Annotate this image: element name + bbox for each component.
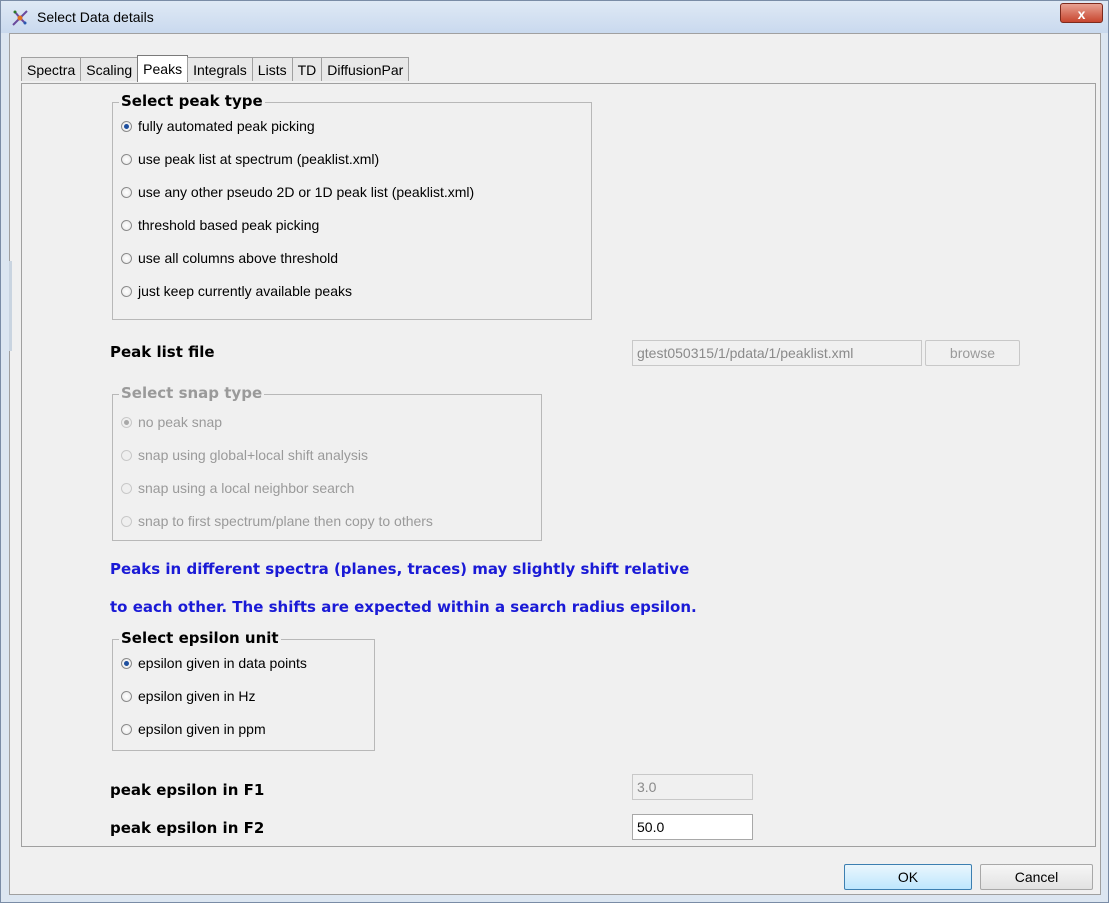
epsilon-f1-label: peak epsilon in F1 [110, 781, 265, 799]
radio-label: fully automated peak picking [138, 118, 315, 134]
radio-label: use any other pseudo 2D or 1D peak list … [138, 184, 475, 200]
radio-keep-current[interactable]: just keep currently available peaks [121, 281, 352, 301]
tab-peaks[interactable]: Peaks [137, 55, 189, 82]
radio-label: just keep currently available peaks [138, 283, 353, 299]
epsilon-f2-field[interactable]: 50.0 [632, 814, 753, 840]
radio-snap-global-local[interactable]: snap using global+local shift analysis [121, 445, 368, 465]
app-icon [12, 10, 28, 26]
radio-button-icon [121, 723, 132, 735]
radio-label: snap using global+local shift analysis [138, 447, 368, 463]
tab-td[interactable]: TD [291, 57, 323, 81]
radio-button-icon [121, 219, 132, 231]
radio-button-icon [121, 153, 132, 165]
radio-label: snap using a local neighbor search [138, 480, 355, 496]
radio-no-peak-snap[interactable]: no peak snap [121, 412, 222, 432]
radio-epsilon-ppm[interactable]: epsilon given in ppm [121, 719, 266, 739]
radio-button-icon [121, 186, 132, 198]
peak-list-file-label: Peak list file [110, 343, 215, 361]
radio-button-icon [121, 416, 132, 428]
radio-all-columns[interactable]: use all columns above threshold [121, 248, 338, 268]
radio-epsilon-hz[interactable]: epsilon given in Hz [121, 686, 256, 706]
radio-label: use peak list at spectrum (peaklist.xml) [138, 151, 380, 167]
radio-label: snap to first spectrum/plane then copy t… [138, 513, 433, 529]
radio-label: epsilon given in data points [138, 655, 307, 671]
radio-label: threshold based peak picking [138, 217, 320, 233]
info-text-line-1: Peaks in different spectra (planes, trac… [110, 560, 690, 578]
radio-button-icon [121, 690, 132, 702]
radio-fully-automated[interactable]: fully automated peak picking [121, 116, 315, 136]
close-icon: x [1077, 6, 1086, 22]
radio-button-icon [121, 657, 132, 669]
epsilon-unit-title: Select epsilon unit [119, 629, 281, 647]
radio-label: no peak snap [138, 414, 223, 430]
radio-snap-neighbor[interactable]: snap using a local neighbor search [121, 478, 354, 498]
peak-type-group: Select peak type fully automated peak pi… [112, 92, 592, 320]
peak-list-file-field[interactable]: gtest050315/1/pdata/1/peaklist.xml [632, 340, 922, 366]
epsilon-f2-label: peak epsilon in F2 [110, 819, 265, 837]
radio-button-icon [121, 515, 132, 527]
info-text-line-2: to each other. The shifts are expected w… [110, 598, 697, 616]
radio-label: use all columns above threshold [138, 250, 339, 266]
dialog-window: Select Data details x Spectra Scaling Pe… [0, 0, 1109, 903]
radio-label: epsilon given in ppm [138, 721, 266, 737]
tab-diffusionpar[interactable]: DiffusionPar [321, 57, 410, 81]
peaks-tab-panel: Select peak type fully automated peak pi… [21, 83, 1096, 847]
window-edge-decoration [9, 261, 12, 351]
peak-type-title: Select peak type [119, 92, 265, 110]
radio-label: epsilon given in Hz [138, 688, 256, 704]
title-bar[interactable]: Select Data details x [1, 1, 1108, 33]
snap-type-group: Select snap type no peak snap snap using… [112, 384, 542, 541]
tab-lists[interactable]: Lists [251, 57, 293, 81]
tab-bar: Spectra Scaling Peaks Integrals Lists TD… [21, 55, 410, 83]
radio-snap-first-spectrum[interactable]: snap to first spectrum/plane then copy t… [121, 511, 433, 531]
radio-button-icon [121, 482, 132, 494]
tab-spectra[interactable]: Spectra [21, 57, 82, 81]
snap-type-title: Select snap type [119, 384, 265, 402]
close-button[interactable]: x [1060, 3, 1103, 23]
epsilon-unit-group: Select epsilon unit epsilon given in dat… [112, 629, 375, 751]
radio-button-icon [121, 120, 132, 132]
radio-threshold-based[interactable]: threshold based peak picking [121, 215, 319, 235]
radio-button-icon [121, 252, 132, 264]
tab-integrals[interactable]: Integrals [187, 57, 253, 81]
tab-scaling[interactable]: Scaling [80, 57, 139, 81]
browse-button[interactable]: browse [925, 340, 1020, 366]
radio-button-icon [121, 449, 132, 461]
epsilon-f1-field[interactable]: 3.0 [632, 774, 753, 800]
radio-peak-list-at-spectrum[interactable]: use peak list at spectrum (peaklist.xml) [121, 149, 379, 169]
cancel-button[interactable]: Cancel [980, 864, 1093, 890]
radio-epsilon-data-points[interactable]: epsilon given in data points [121, 653, 307, 673]
radio-other-peak-list[interactable]: use any other pseudo 2D or 1D peak list … [121, 182, 474, 202]
ok-button[interactable]: OK [844, 864, 972, 890]
radio-button-icon [121, 285, 132, 297]
window-title: Select Data details [37, 9, 154, 25]
